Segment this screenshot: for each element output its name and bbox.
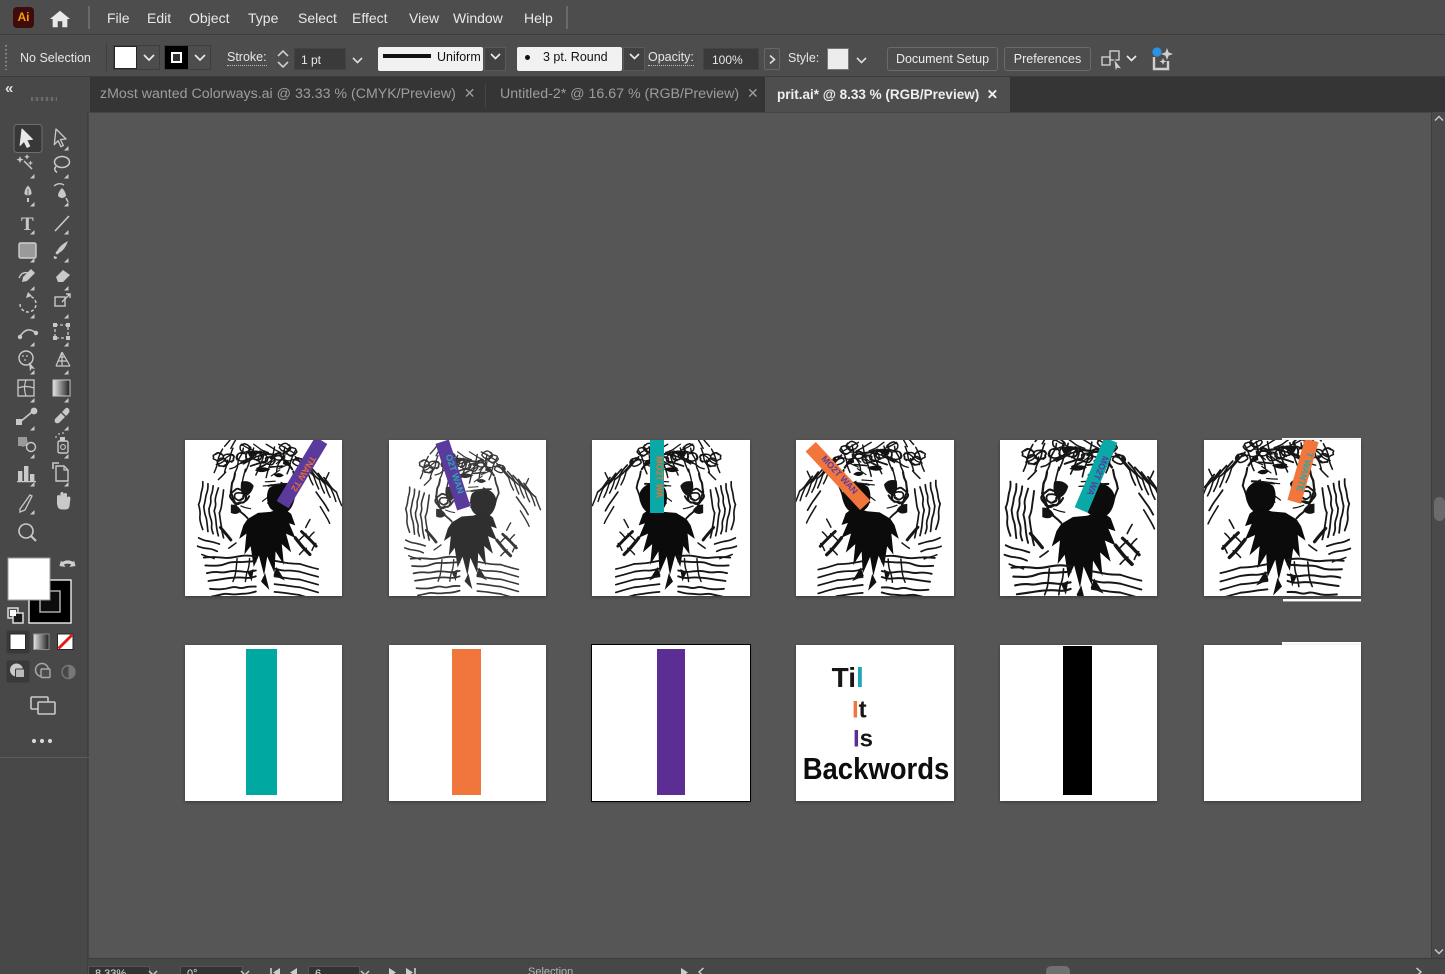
svg-text:Til: Til bbox=[832, 661, 864, 692]
svg-text:It: It bbox=[852, 696, 867, 723]
svg-text:Is: Is bbox=[853, 725, 873, 752]
svg-text:Backwords: Backwords bbox=[803, 751, 950, 786]
svg-text:T: T bbox=[21, 214, 34, 235]
